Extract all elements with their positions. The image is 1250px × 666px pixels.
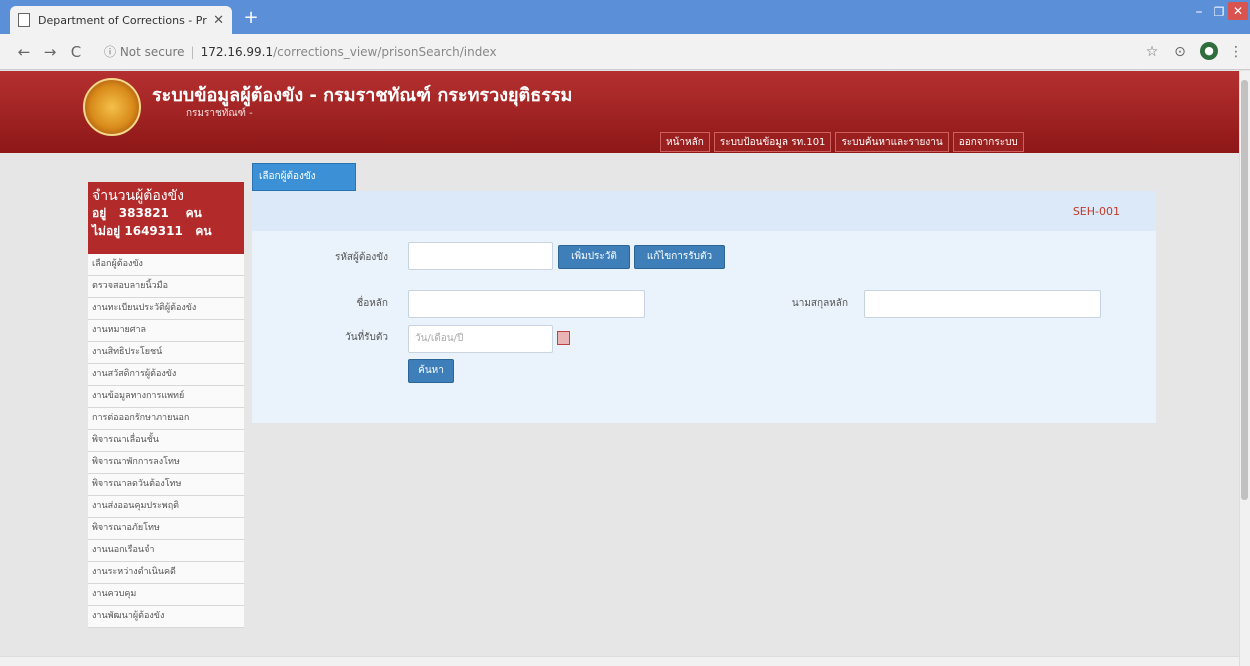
sidemenu-item-pending-case[interactable]: งานระหว่างดำเนินคดี: [88, 562, 244, 584]
page-icon: [18, 13, 30, 27]
back-icon[interactable]: ←: [14, 42, 34, 62]
tab-close-icon[interactable]: ✕: [213, 13, 224, 28]
top-navigation: หน้าหลัก ระบบป้อนข้อมูล รท.101 ระบบค้นหา…: [660, 132, 1080, 154]
sidemenu-item-pardon[interactable]: พิจารณาอภัยโทษ: [88, 518, 244, 540]
count-in-value: 383821: [118, 206, 169, 220]
scrollbar-thumb[interactable]: [1241, 80, 1248, 500]
sidemenu-item-probation[interactable]: งานส่งออนคุมประพฤติ: [88, 496, 244, 518]
tab-select-inmate[interactable]: เลือกผู้ต้องขัง: [252, 163, 356, 191]
bookmark-star-icon[interactable]: ☆: [1142, 42, 1162, 62]
side-menu: เลือกผู้ต้องขัง ตรวจสอบลายนิ้วมือ งานทะเ…: [88, 254, 244, 666]
inmate-id-label: รหัสผู้ต้องขัง: [334, 252, 388, 263]
panel-header: [252, 191, 1156, 231]
count-in-unit: คน: [185, 206, 202, 220]
sidemenu-item-sentence-reduction[interactable]: พิจารณาลดวันต้องโทษ: [88, 474, 244, 496]
inmate-id-input[interactable]: [408, 242, 553, 270]
browser-tab[interactable]: Department of Corrections - Pris ✕: [10, 6, 232, 34]
window-close-button[interactable]: ✕: [1228, 2, 1248, 20]
sidemenu-item-warrant[interactable]: งานหมายศาล: [88, 320, 244, 342]
browser-menu-icon[interactable]: ⋮: [1226, 42, 1246, 62]
new-tab-button[interactable]: +: [240, 7, 262, 29]
count-out-label: ไม่อยู่: [92, 224, 121, 238]
site-title: ระบบข้อมูลผู้ต้องขัง - กรมราชทัณฑ์ กระทร…: [152, 85, 573, 106]
nav-search-report[interactable]: ระบบค้นหาและรายงาน: [835, 132, 949, 152]
count-out-row: ไม่อยู่ 1649311 คน: [92, 222, 212, 241]
sidemenu-item-fingerprint[interactable]: ตรวจสอบลายนิ้วมือ: [88, 276, 244, 298]
count-out-value: 1649311: [124, 224, 183, 238]
firstname-label: ชื่อหลัก: [356, 298, 388, 309]
count-in-label: อยู่: [92, 206, 107, 220]
inmate-count-box: จำนวนผู้ต้องขัง อยู่ 383821 คน ไม่อยู่ 1…: [88, 182, 244, 254]
panel-code: SEH-001: [1072, 205, 1120, 218]
url-host: 172.16.99.1: [200, 45, 274, 59]
sidemenu-item-promotion[interactable]: พิจารณาเลื่อนชั้น: [88, 430, 244, 452]
url-path: /corrections_view/prisonSearch/index: [273, 45, 497, 59]
sidemenu-item-development[interactable]: งานพัฒนาผู้ต้องขัง: [88, 606, 244, 628]
not-secure-indicator[interactable]: ⓘ Not secure: [104, 45, 185, 59]
nav-data-entry[interactable]: ระบบป้อนข้อมูล รท.101: [713, 132, 832, 152]
address-bar[interactable]: ⓘ Not secure | 172.16.99.1/corrections_vie…: [104, 41, 1104, 63]
window-minimize-button[interactable]: –: [1190, 4, 1208, 20]
account-avatar-icon[interactable]: ●: [1200, 42, 1218, 60]
sidemenu-item-medical[interactable]: งานข้อมูลทางการแพทย์: [88, 386, 244, 408]
firstname-input[interactable]: [408, 290, 645, 318]
sidemenu-item-control[interactable]: งานควบคุม: [88, 584, 244, 606]
edit-intake-button[interactable]: แก้ไขการรับตัว: [634, 245, 725, 269]
search-button[interactable]: ค้นหา: [408, 359, 454, 383]
sidemenu-item-select-inmate[interactable]: เลือกผู้ต้องขัง: [88, 254, 244, 276]
department-logo: [83, 78, 141, 136]
intake-date-input[interactable]: วัน/เดือน/ปี: [408, 325, 553, 353]
reload-icon[interactable]: C: [66, 42, 86, 62]
browser-tab-title: Department of Corrections - Pris: [38, 13, 208, 27]
forward-icon[interactable]: →: [40, 42, 60, 62]
calendar-icon[interactable]: [557, 331, 570, 345]
intake-date-label: วันที่รับตัว: [345, 332, 388, 343]
sidemenu-item-benefits[interactable]: งานสิทธิประโยชน์: [88, 342, 244, 364]
sidemenu-item-registry[interactable]: งานทะเบียนประวัติผู้ต้องขัง: [88, 298, 244, 320]
window-maximize-button[interactable]: ❐: [1210, 4, 1228, 20]
nav-logout[interactable]: ออกจากระบบ: [952, 132, 1024, 152]
count-in-row: อยู่ 383821 คน: [92, 204, 202, 223]
camera-icon[interactable]: ⊙: [1170, 42, 1190, 62]
horizontal-scrollbar[interactable]: [0, 656, 1239, 666]
nav-home[interactable]: หน้าหลัก: [660, 132, 710, 152]
sidemenu-item-welfare[interactable]: งานสวัสดิการผู้ต้องขัง: [88, 364, 244, 386]
site-subtitle: กรมราชทัณฑ์ -: [186, 108, 253, 119]
sidemenu-item-parole[interactable]: พิจารณาพักการลงโทษ: [88, 452, 244, 474]
sidemenu-item-outside-work[interactable]: งานนอกเรือนจำ: [88, 540, 244, 562]
count-out-unit: คน: [195, 224, 212, 238]
lastname-input[interactable]: [864, 290, 1101, 318]
add-record-button[interactable]: เพิ่มประวัติ: [558, 245, 630, 269]
lastname-label: นามสกุลหลัก: [791, 298, 848, 309]
sidemenu-item-outside-treatment[interactable]: การต่อออกรักษาภายนอก: [88, 408, 244, 430]
